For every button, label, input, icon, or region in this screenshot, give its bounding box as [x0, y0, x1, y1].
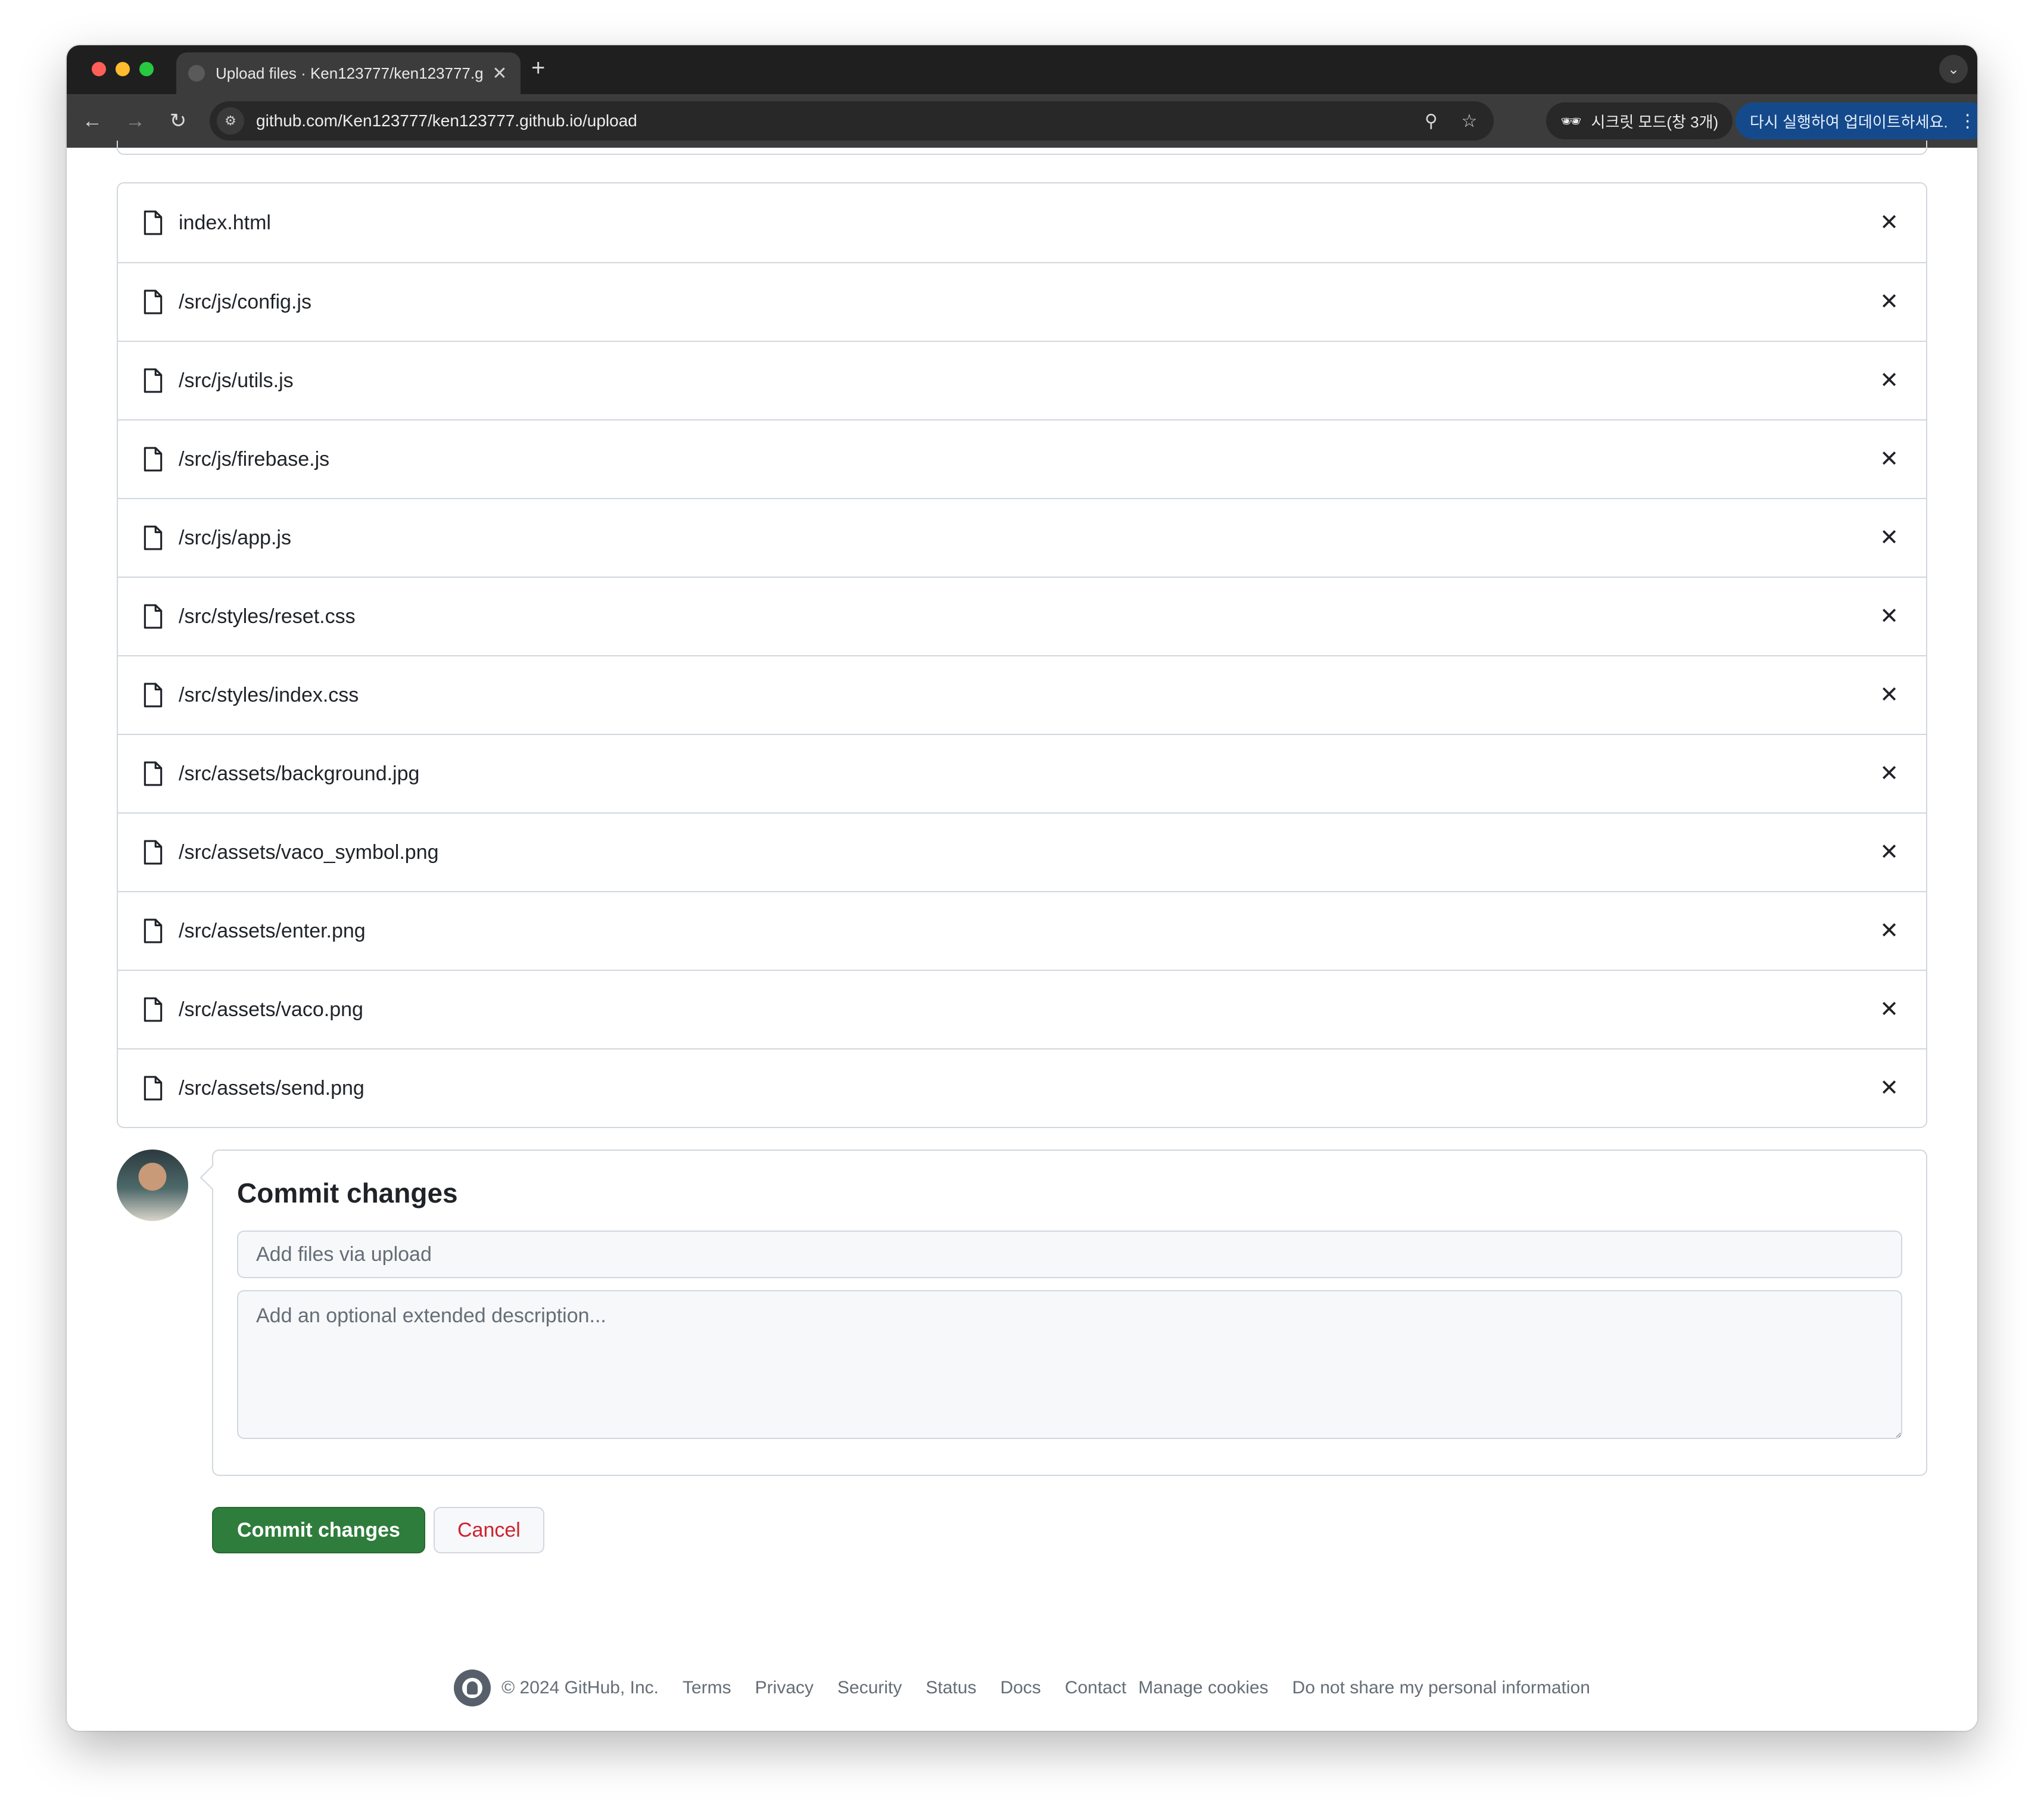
footer-link-security[interactable]: Security [837, 1678, 902, 1698]
remove-file-x-icon[interactable]: ✕ [1876, 603, 1902, 630]
file-name: /src/js/utils.js [179, 369, 294, 392]
commit-title: Commit changes [237, 1178, 458, 1208]
footer: © 2024 GitHub, Inc. Terms Privacy Securi… [67, 1669, 1977, 1707]
commit-summary-input[interactable] [237, 1231, 1902, 1278]
reload-button[interactable]: ↻ [164, 107, 192, 135]
file-icon [144, 289, 163, 314]
minimize-window-button[interactable] [116, 62, 130, 76]
footer-link-do-not-share[interactable]: Do not share my personal information [1292, 1678, 1590, 1698]
file-icon [144, 525, 163, 550]
file-row: /src/styles/reset.css ✕ [118, 577, 1926, 655]
chevron-down-icon: ⌄ [1947, 61, 1960, 77]
footer-link-privacy[interactable]: Privacy [755, 1678, 814, 1698]
remove-file-x-icon[interactable]: ✕ [1876, 289, 1902, 315]
footer-link-contact[interactable]: Contact [1065, 1678, 1126, 1698]
browser-window: Upload files · Ken123777/ken123777.githu… [67, 45, 1977, 1731]
file-row: /src/assets/vaco.png ✕ [118, 970, 1926, 1048]
file-icon [144, 604, 163, 629]
maximize-window-button[interactable] [139, 62, 154, 76]
tab-search-button[interactable]: ⌄ [1939, 55, 1968, 83]
file-row: /src/assets/enter.png ✕ [118, 891, 1926, 970]
file-icon [144, 447, 163, 472]
file-icon [144, 997, 163, 1022]
file-icon [144, 761, 163, 786]
github-favicon-icon [188, 65, 205, 82]
remove-file-x-icon[interactable]: ✕ [1876, 367, 1902, 394]
footer-link-terms[interactable]: Terms [683, 1678, 731, 1698]
file-name: /src/assets/enter.png [179, 919, 366, 942]
file-row: /src/js/utils.js ✕ [118, 341, 1926, 419]
new-tab-button[interactable]: + [531, 56, 545, 80]
back-button[interactable]: ← [79, 107, 106, 135]
file-icon [144, 210, 163, 235]
close-window-button[interactable] [92, 62, 106, 76]
tab-title: Upload files · Ken123777/ken123777.githu… [216, 64, 482, 82]
file-icon [144, 918, 163, 943]
more-menu-icon[interactable]: ⋮ [1959, 111, 1977, 132]
remove-file-x-icon[interactable]: ✕ [1876, 1075, 1902, 1101]
remove-file-x-icon[interactable]: ✕ [1876, 996, 1902, 1023]
cancel-button[interactable]: Cancel [434, 1507, 544, 1553]
bookmark-star-icon[interactable]: ☆ [1456, 111, 1483, 132]
relaunch-update-button[interactable]: 다시 실행하여 업데이트하세요. ⋮ [1735, 102, 1977, 139]
file-row: /src/js/app.js ✕ [118, 498, 1926, 577]
file-row: /src/assets/vaco_symbol.png ✕ [118, 812, 1926, 891]
file-name: /src/assets/background.jpg [179, 762, 420, 785]
incognito-indicator[interactable]: 🕶 시크릿 모드(창 3개) [1546, 102, 1733, 139]
remove-file-x-icon[interactable]: ✕ [1876, 210, 1902, 236]
remove-file-x-icon[interactable]: ✕ [1876, 761, 1902, 787]
remove-file-x-icon[interactable]: ✕ [1876, 682, 1902, 708]
active-tab[interactable]: Upload files · Ken123777/ken123777.githu… [176, 52, 521, 94]
incognito-label: 시크릿 모드(창 3개) [1591, 113, 1719, 131]
footer-link-status[interactable]: Status [926, 1678, 976, 1698]
tab-strip: Upload files · Ken123777/ken123777.githu… [67, 45, 1977, 94]
file-name: /src/js/app.js [179, 526, 291, 549]
footer-copyright: © 2024 GitHub, Inc. [501, 1678, 659, 1697]
address-bar[interactable]: ⚙ github.com/Ken123777/ken123777.github.… [210, 101, 1494, 141]
file-row: /src/js/config.js ✕ [118, 262, 1926, 341]
file-name: /src/js/config.js [179, 290, 311, 313]
forward-button[interactable]: → [121, 107, 149, 135]
remove-file-x-icon[interactable]: ✕ [1876, 839, 1902, 865]
page-content: index.html ✕/src/js/config.js ✕/src/js/uti… [67, 141, 1977, 1731]
file-icon [144, 1076, 163, 1101]
browser-toolbar: ← → ↻ ⚙ github.com/Ken123777/ken123777.g… [67, 94, 1977, 148]
remove-file-x-icon[interactable]: ✕ [1876, 446, 1902, 472]
file-icon [144, 840, 163, 865]
remove-file-x-icon[interactable]: ✕ [1876, 918, 1902, 944]
update-label: 다시 실행하여 업데이트하세요. [1750, 113, 1948, 131]
file-name: /src/assets/vaco_symbol.png [179, 840, 439, 864]
tab-close-icon[interactable]: ✕ [491, 63, 509, 84]
file-row: index.html ✕ [118, 183, 1926, 262]
file-row: /src/styles/index.css ✕ [118, 655, 1926, 734]
file-icon [144, 683, 163, 708]
commit-form: Commit changes [212, 1150, 1927, 1476]
github-logo-icon[interactable] [454, 1670, 491, 1706]
commit-description-textarea[interactable] [237, 1290, 1902, 1439]
file-name: /src/styles/index.css [179, 683, 359, 706]
zoom-icon[interactable]: ⚲ [1417, 111, 1445, 132]
footer-link-docs[interactable]: Docs [1000, 1678, 1040, 1698]
remove-file-x-icon[interactable]: ✕ [1876, 525, 1902, 551]
file-name: /src/js/firebase.js [179, 447, 330, 471]
file-name: index.html [179, 211, 271, 234]
incognito-icon: 🕶 [1560, 111, 1582, 130]
dropzone-bottom-edge [117, 141, 1927, 155]
commit-changes-button[interactable]: Commit changes [212, 1507, 425, 1553]
file-icon [144, 368, 163, 393]
site-settings-icon[interactable]: ⚙ [217, 107, 244, 135]
file-row: /src/assets/background.jpg ✕ [118, 734, 1926, 812]
file-name: /src/styles/reset.css [179, 605, 356, 628]
footer-link-manage-cookies[interactable]: Manage cookies [1138, 1678, 1268, 1698]
avatar [117, 1150, 188, 1221]
url-text[interactable]: github.com/Ken123777/ken123777.github.io… [256, 111, 1417, 130]
file-row: /src/js/firebase.js ✕ [118, 419, 1926, 498]
file-name: /src/assets/vaco.png [179, 998, 363, 1021]
file-row: /src/assets/send.png ✕ [118, 1048, 1926, 1127]
file-name: /src/assets/send.png [179, 1076, 364, 1100]
uploaded-file-list: index.html ✕/src/js/config.js ✕/src/js/uti… [117, 182, 1927, 1128]
